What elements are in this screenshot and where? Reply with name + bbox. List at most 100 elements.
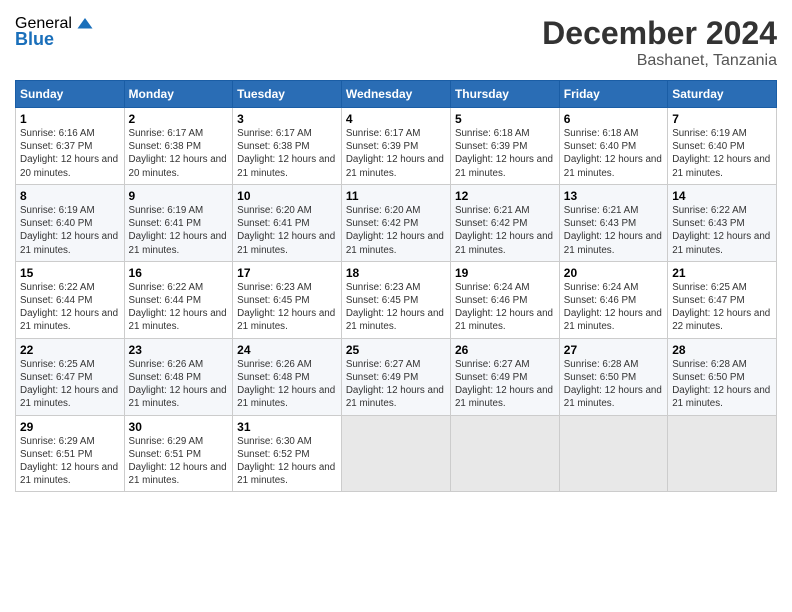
daylight-text: Daylight: 12 hours and 21 minutes.: [672, 385, 770, 409]
calendar-cell: 14Sunrise: 6:22 AMSunset: 6:43 PMDayligh…: [668, 184, 777, 261]
sunrise-text: Sunrise: 6:28 AM: [564, 359, 639, 370]
calendar-week-5: 29Sunrise: 6:29 AMSunset: 6:51 PMDayligh…: [16, 415, 777, 492]
sunset-text: Sunset: 6:42 PM: [455, 218, 527, 229]
daylight-text: Daylight: 12 hours and 22 minutes.: [672, 308, 770, 332]
day-info: Sunrise: 6:17 AMSunset: 6:38 PMDaylight:…: [237, 127, 337, 180]
day-number: 18: [346, 266, 446, 280]
calendar-cell: 30Sunrise: 6:29 AMSunset: 6:51 PMDayligh…: [124, 415, 233, 492]
day-number: 26: [455, 343, 555, 357]
calendar-cell: 24Sunrise: 6:26 AMSunset: 6:48 PMDayligh…: [233, 338, 342, 415]
calendar-table: Sunday Monday Tuesday Wednesday Thursday…: [15, 80, 777, 492]
calendar-week-3: 15Sunrise: 6:22 AMSunset: 6:44 PMDayligh…: [16, 261, 777, 338]
sunset-text: Sunset: 6:41 PM: [129, 218, 201, 229]
sunset-text: Sunset: 6:52 PM: [237, 449, 309, 460]
day-number: 22: [20, 343, 120, 357]
day-number: 12: [455, 189, 555, 203]
day-number: 15: [20, 266, 120, 280]
col-monday: Monday: [124, 81, 233, 108]
calendar-cell: 5Sunrise: 6:18 AMSunset: 6:39 PMDaylight…: [450, 108, 559, 185]
daylight-text: Daylight: 12 hours and 21 minutes.: [346, 231, 444, 255]
calendar-cell: 9Sunrise: 6:19 AMSunset: 6:41 PMDaylight…: [124, 184, 233, 261]
day-number: 30: [129, 420, 229, 434]
calendar-cell: 19Sunrise: 6:24 AMSunset: 6:46 PMDayligh…: [450, 261, 559, 338]
calendar-cell: 15Sunrise: 6:22 AMSunset: 6:44 PMDayligh…: [16, 261, 125, 338]
day-info: Sunrise: 6:22 AMSunset: 6:43 PMDaylight:…: [672, 204, 772, 257]
daylight-text: Daylight: 12 hours and 21 minutes.: [20, 308, 118, 332]
sunset-text: Sunset: 6:38 PM: [129, 141, 201, 152]
day-number: 6: [564, 112, 663, 126]
day-info: Sunrise: 6:20 AMSunset: 6:41 PMDaylight:…: [237, 204, 337, 257]
day-number: 13: [564, 189, 663, 203]
day-info: Sunrise: 6:29 AMSunset: 6:51 PMDaylight:…: [129, 435, 229, 488]
day-info: Sunrise: 6:24 AMSunset: 6:46 PMDaylight:…: [564, 281, 663, 334]
sunset-text: Sunset: 6:42 PM: [346, 218, 418, 229]
day-info: Sunrise: 6:22 AMSunset: 6:44 PMDaylight:…: [129, 281, 229, 334]
day-info: Sunrise: 6:24 AMSunset: 6:46 PMDaylight:…: [455, 281, 555, 334]
calendar-cell: 8Sunrise: 6:19 AMSunset: 6:40 PMDaylight…: [16, 184, 125, 261]
sunrise-text: Sunrise: 6:22 AM: [672, 205, 747, 216]
day-info: Sunrise: 6:17 AMSunset: 6:39 PMDaylight:…: [346, 127, 446, 180]
day-info: Sunrise: 6:23 AMSunset: 6:45 PMDaylight:…: [237, 281, 337, 334]
day-info: Sunrise: 6:20 AM Sunset: 6:42 PM Daylight:…: [346, 204, 446, 257]
day-number: 8: [20, 189, 120, 203]
sunrise-text: Sunrise: 6:17 AM: [129, 128, 204, 139]
calendar-cell: 7Sunrise: 6:19 AMSunset: 6:40 PMDaylight…: [668, 108, 777, 185]
daylight-text: Daylight: 12 hours and 21 minutes.: [129, 308, 227, 332]
calendar-cell: 10Sunrise: 6:20 AMSunset: 6:41 PMDayligh…: [233, 184, 342, 261]
calendar-cell: 6Sunrise: 6:18 AMSunset: 6:40 PMDaylight…: [559, 108, 667, 185]
sunrise-text: Sunrise: 6:17 AM: [237, 128, 312, 139]
sunrise-text: Sunrise: 6:28 AM: [672, 359, 747, 370]
day-number: 25: [346, 343, 446, 357]
day-info: Sunrise: 6:18 AMSunset: 6:39 PMDaylight:…: [455, 127, 555, 180]
sunset-text: Sunset: 6:45 PM: [346, 295, 418, 306]
day-info: Sunrise: 6:30 AMSunset: 6:52 PMDaylight:…: [237, 435, 337, 488]
calendar-week-2: 8Sunrise: 6:19 AMSunset: 6:40 PMDaylight…: [16, 184, 777, 261]
sunrise-text: Sunrise: 6:25 AM: [20, 359, 95, 370]
sunset-text: Sunset: 6:47 PM: [20, 372, 92, 383]
day-info: Sunrise: 6:26 AMSunset: 6:48 PMDaylight:…: [237, 358, 337, 411]
sunset-text: Sunset: 6:47 PM: [672, 295, 744, 306]
sunrise-text: Sunrise: 6:30 AM: [237, 436, 312, 447]
sunset-text: Sunset: 6:49 PM: [455, 372, 527, 383]
calendar-cell: 22Sunrise: 6:25 AMSunset: 6:47 PMDayligh…: [16, 338, 125, 415]
calendar-cell: 11 Sunrise: 6:20 AM Sunset: 6:42 PM Dayligh…: [341, 184, 450, 261]
day-info: Sunrise: 6:22 AMSunset: 6:44 PMDaylight:…: [20, 281, 120, 334]
sunset-text: Sunset: 6:43 PM: [672, 218, 744, 229]
day-number: 11: [346, 189, 446, 203]
sunset-text: Sunset: 6:37 PM: [20, 141, 92, 152]
daylight-text: Daylight: 12 hours and 21 minutes.: [455, 231, 553, 255]
day-number: 20: [564, 266, 663, 280]
col-wednesday: Wednesday: [341, 81, 450, 108]
sunrise-text: Sunrise: 6:20 AM: [346, 205, 421, 216]
day-info: Sunrise: 6:25 AM Sunset: 6:47 PM Daylight:…: [672, 281, 772, 334]
day-info: Sunrise: 6:27 AMSunset: 6:49 PMDaylight:…: [455, 358, 555, 411]
sunrise-text: Sunrise: 6:20 AM: [237, 205, 312, 216]
daylight-text: Daylight: 12 hours and 20 minutes.: [129, 154, 227, 178]
daylight-text: Daylight: 12 hours and 20 minutes.: [20, 154, 118, 178]
day-info: Sunrise: 6:25 AMSunset: 6:47 PMDaylight:…: [20, 358, 120, 411]
sunrise-text: Sunrise: 6:16 AM: [20, 128, 95, 139]
calendar-cell: 31Sunrise: 6:30 AMSunset: 6:52 PMDayligh…: [233, 415, 342, 492]
sunrise-text: Sunrise: 6:27 AM: [455, 359, 530, 370]
calendar-cell: [668, 415, 777, 492]
day-number: 19: [455, 266, 555, 280]
calendar-cell: 27Sunrise: 6:28 AMSunset: 6:50 PMDayligh…: [559, 338, 667, 415]
day-number: 4: [346, 112, 446, 126]
day-number: 9: [129, 189, 229, 203]
sunrise-text: Sunrise: 6:25 AM: [672, 282, 747, 293]
col-tuesday: Tuesday: [233, 81, 342, 108]
sunrise-text: Sunrise: 6:22 AM: [129, 282, 204, 293]
day-number: 5: [455, 112, 555, 126]
logo-blue: Blue: [15, 29, 54, 50]
sunset-text: Sunset: 6:49 PM: [346, 372, 418, 383]
calendar-cell: [341, 415, 450, 492]
main-title: December 2024: [542, 15, 777, 52]
col-thursday: Thursday: [450, 81, 559, 108]
day-number: 31: [237, 420, 337, 434]
sunrise-text: Sunrise: 6:19 AM: [20, 205, 95, 216]
daylight-text: Daylight: 12 hours and 21 minutes.: [20, 231, 118, 255]
sunset-text: Sunset: 6:50 PM: [564, 372, 636, 383]
day-info: Sunrise: 6:29 AMSunset: 6:51 PMDaylight:…: [20, 435, 120, 488]
subtitle: Bashanet, Tanzania: [542, 52, 777, 70]
day-info: Sunrise: 6:27 AMSunset: 6:49 PMDaylight:…: [346, 358, 446, 411]
